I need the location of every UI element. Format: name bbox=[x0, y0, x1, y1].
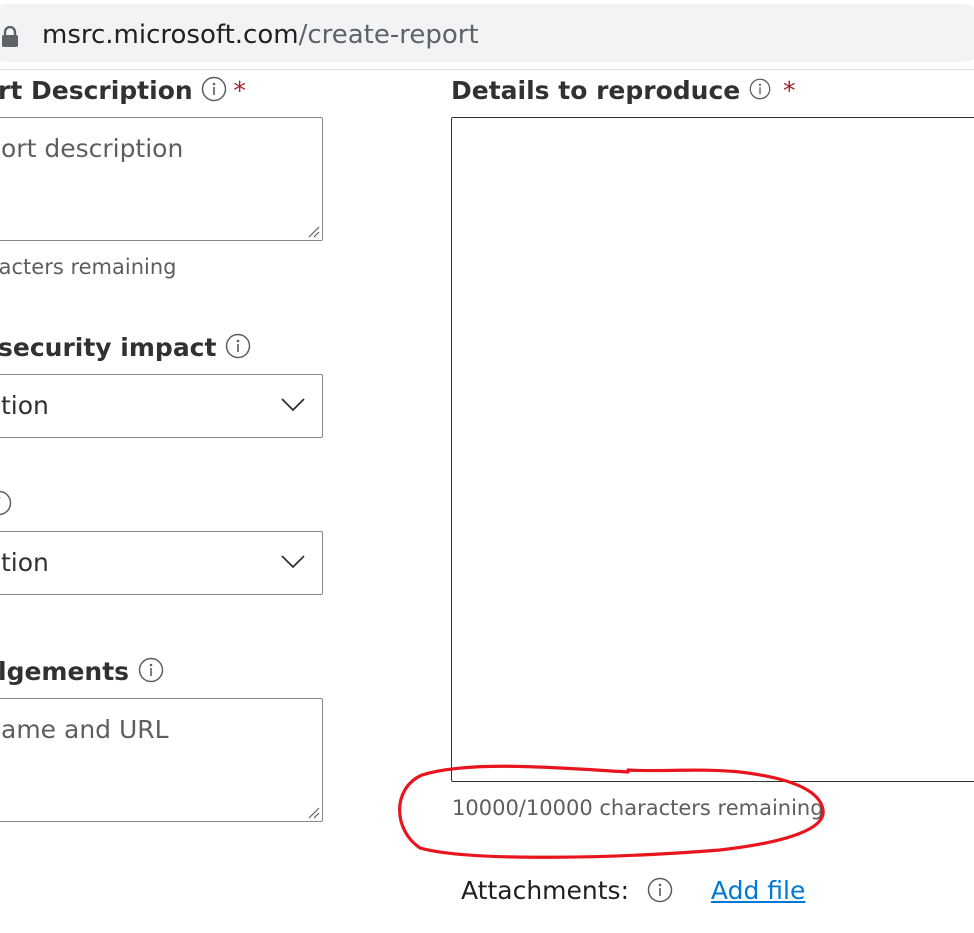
attachments-label: Attachments: bbox=[461, 876, 630, 905]
attachments-row: Attachments: Add file bbox=[461, 876, 805, 905]
page: msrc.microsoft.com/create-report rt Desc… bbox=[0, 0, 974, 933]
red-annotation-circle bbox=[398, 764, 825, 859]
info-icon[interactable] bbox=[647, 877, 673, 903]
add-file-link[interactable]: Add file bbox=[711, 876, 805, 905]
